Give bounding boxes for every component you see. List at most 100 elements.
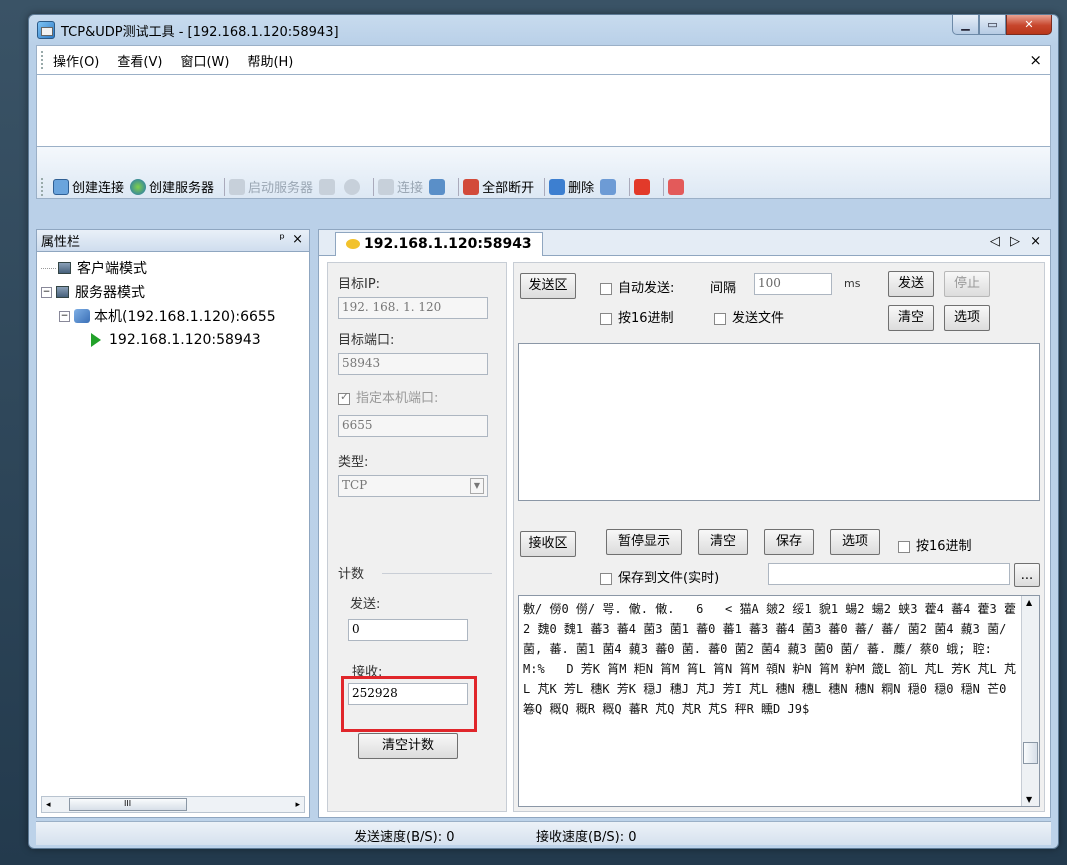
minimize-button[interactable]: ▁: [952, 15, 979, 35]
scroll-up-icon[interactable]: ▲: [1026, 598, 1032, 607]
sidebar-header: 属性栏 ᵖ ×: [37, 230, 309, 252]
tree-node-local-host[interactable]: − 本机(192.168.1.120):6655: [41, 304, 309, 328]
receive-options-button[interactable]: 选项: [830, 529, 880, 555]
start-server-button[interactable]: 启动服务器: [229, 176, 313, 198]
receive-vertical-scrollbar[interactable]: ▲ ▼: [1021, 596, 1039, 806]
send-textarea[interactable]: [518, 343, 1040, 501]
target-ip-label: 目标IP:: [338, 277, 381, 292]
play-icon: [91, 333, 101, 347]
receive-area-label: 接收区: [520, 531, 576, 557]
save-file-path-field[interactable]: [768, 563, 1010, 585]
stop-server-icon: [319, 178, 336, 195]
delete-button[interactable]: 删除: [549, 176, 594, 198]
power-button[interactable]: [634, 176, 653, 198]
target-ip-field[interactable]: 192. 168. 1. 120: [338, 297, 488, 319]
pin-icon[interactable]: ᵖ: [279, 232, 285, 247]
help-button[interactable]: [668, 176, 687, 198]
disconnect-button[interactable]: [429, 176, 448, 198]
sidebar-close-icon[interactable]: ×: [292, 232, 303, 247]
create-server-button[interactable]: 创建服务器: [130, 176, 214, 198]
type-select[interactable]: TCP ▼: [338, 475, 488, 497]
checkbox-icon: [600, 312, 612, 325]
disconnect-all-button[interactable]: 全部断开: [463, 176, 534, 198]
send-file-checkbox[interactable]: 发送文件: [714, 307, 784, 326]
computer-icon: [56, 286, 69, 298]
maximize-button[interactable]: ▭: [979, 15, 1006, 35]
local-port-field[interactable]: 6655: [338, 415, 488, 437]
connect-button[interactable]: 连接: [378, 176, 423, 198]
auto-send-checkbox[interactable]: 自动发送:: [600, 277, 674, 296]
tree-node-connection[interactable]: 192.168.1.120:58943: [41, 328, 309, 352]
close-button[interactable]: ✕: [1006, 15, 1052, 35]
help-icon: [668, 178, 685, 195]
toolbar: 创建连接 创建服务器 启动服务器 连接 全部断开 删除: [36, 147, 1051, 199]
checkbox-icon: [714, 312, 726, 325]
title-bar[interactable]: TCP&UDP测试工具 - [192.168.1.120:58943] ▁ ▭ …: [29, 15, 1058, 45]
type-label: 类型:: [338, 455, 369, 470]
checkbox-icon: [600, 282, 612, 295]
tab-navigation[interactable]: ◁ ▷ ×: [990, 234, 1044, 249]
send-button[interactable]: 发送: [888, 271, 934, 297]
app-icon: [37, 21, 55, 39]
send-count-field[interactable]: 0: [348, 619, 468, 641]
scroll-down-icon[interactable]: ▼: [1026, 795, 1032, 804]
connect-icon: [378, 178, 395, 195]
receive-save-button[interactable]: 保存: [764, 529, 814, 555]
collapse-icon[interactable]: −: [41, 286, 52, 298]
tree-node-client-mode[interactable]: 客户端模式: [41, 256, 309, 280]
computer-icon: [58, 262, 71, 274]
server-globe-icon: [130, 178, 147, 195]
clear-count-button[interactable]: 清空计数: [358, 733, 458, 759]
send-hex-checkbox[interactable]: 按16进制: [600, 307, 674, 326]
start-server-icon: [229, 178, 246, 195]
checkbox-icon: [338, 390, 350, 405]
specify-local-port-checkbox[interactable]: 指定本机端口:: [338, 387, 438, 406]
receive-clear-button[interactable]: 清空: [698, 529, 748, 555]
chevron-down-icon[interactable]: ▼: [470, 478, 484, 494]
create-connection-button[interactable]: 创建连接: [53, 176, 124, 198]
stop-server-button[interactable]: [319, 176, 338, 198]
connection-settings-panel: 目标IP: 192. 168. 1. 120 目标端口: 58943 指定本机端…: [327, 262, 507, 812]
checkbox-icon: [898, 540, 910, 553]
receive-hex-checkbox[interactable]: 按16进制: [898, 535, 972, 554]
app-window: TCP&UDP测试工具 - [192.168.1.120:58943] ▁ ▭ …: [28, 14, 1059, 849]
mdi-close-icon[interactable]: ×: [1029, 51, 1042, 69]
server-settings-button[interactable]: [344, 176, 363, 198]
target-port-label: 目标端口:: [338, 333, 395, 348]
save-to-file-checkbox[interactable]: 保存到文件(实时): [600, 567, 719, 586]
tree-node-server-mode[interactable]: − 服务器模式: [41, 280, 309, 304]
sidebar-horizontal-scrollbar[interactable]: ◂ III ▸: [41, 796, 305, 813]
browse-button[interactable]: ...: [1014, 563, 1040, 587]
menu-help[interactable]: 帮助(H): [247, 51, 293, 70]
pause-display-button[interactable]: 暂停显示: [606, 529, 682, 555]
stop-button[interactable]: 停止: [944, 271, 990, 297]
target-port-field[interactable]: 58943: [338, 353, 488, 375]
new-connection-icon: [53, 178, 69, 195]
menu-view[interactable]: 查看(V): [117, 51, 162, 70]
delete-all-icon: [600, 178, 617, 195]
tab-connection[interactable]: 192.168.1.120:58943: [335, 232, 543, 256]
network-icon: [74, 309, 90, 323]
scroll-thumb[interactable]: III: [68, 798, 187, 811]
blank-panel: [36, 75, 1051, 147]
collapse-icon[interactable]: −: [59, 310, 70, 322]
count-group-label: 计数: [338, 567, 365, 582]
data-panel: 发送区 自动发送: 间隔 100 ms 发送 停止 按16进制 发送文件 清空 …: [513, 262, 1045, 812]
menu-operation[interactable]: 操作(O): [53, 51, 99, 70]
disconnect-icon: [429, 178, 446, 195]
scroll-thumb[interactable]: [1023, 742, 1038, 764]
status-bar: 发送速度(B/S): 0 接收速度(B/S): 0: [36, 821, 1051, 845]
scroll-right-icon[interactable]: ▸: [295, 800, 300, 810]
send-area-label: 发送区: [520, 273, 576, 299]
delete-all-button[interactable]: [600, 176, 619, 198]
scroll-left-icon[interactable]: ◂: [46, 800, 51, 810]
send-options-button[interactable]: 选项: [944, 305, 990, 331]
sidebar-title: 属性栏: [41, 235, 81, 250]
menu-window[interactable]: 窗口(W): [180, 51, 229, 70]
receive-textarea[interactable]: 敷/ 僗0 僗/ 咢. 僌. 僌. 6 < 猫A 皴2 绥1 貌1 蝪2 蝪2 …: [518, 595, 1040, 807]
connection-tree: 客户端模式 − 服务器模式 − 本机(192.168.1.120):6655 192…: [37, 252, 309, 352]
interval-field[interactable]: 100: [754, 273, 832, 295]
highlight-box: [341, 676, 477, 732]
disconnect-all-icon: [463, 178, 480, 195]
send-clear-button[interactable]: 清空: [888, 305, 934, 331]
